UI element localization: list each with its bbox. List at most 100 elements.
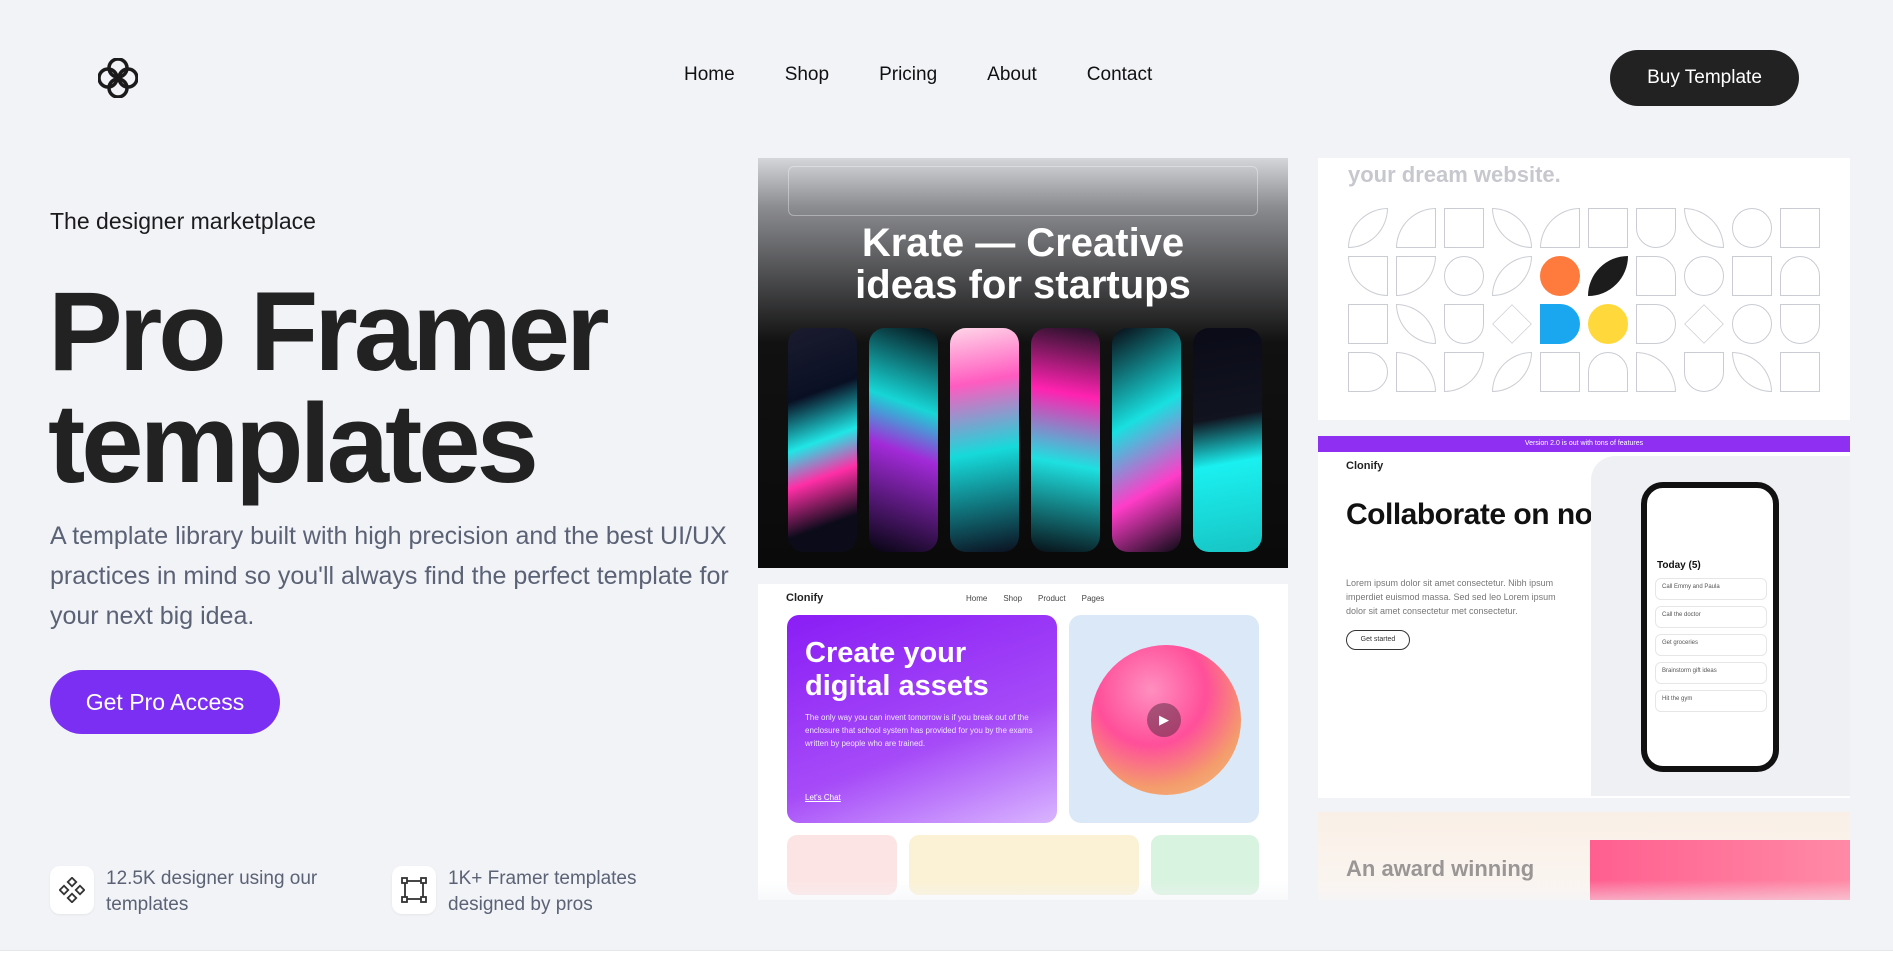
shape — [1684, 352, 1724, 392]
clonify-link: Product — [1038, 594, 1066, 603]
stat-templates-text: 1K+ Framer templates designed by pros — [448, 868, 637, 915]
shape — [1540, 352, 1580, 392]
assets-body: The only way you can invent tomorrow is … — [805, 713, 1033, 748]
buy-template-button[interactable]: Buy Template — [1610, 50, 1799, 106]
hero-eyebrow: The designer marketplace — [50, 208, 316, 234]
abstract-strip — [950, 328, 1019, 552]
shape — [1636, 352, 1676, 392]
shape — [1540, 208, 1580, 248]
shape — [1492, 256, 1532, 296]
nodes-icon — [50, 866, 94, 914]
template-card-clonify-assets[interactable]: Clonify Home Shop Product Pages Create y… — [758, 584, 1288, 900]
nav-shop[interactable]: Shop — [785, 64, 829, 86]
abstract-strips — [788, 328, 1262, 552]
play-icon: ▶ — [1147, 703, 1181, 737]
shape — [1636, 304, 1676, 344]
shape — [1444, 208, 1484, 248]
stat-designers: 12.5K designer using our templates — [50, 866, 356, 918]
shape — [1348, 352, 1388, 392]
landing-page: Home Shop Pricing About Contact Buy Temp… — [0, 0, 1893, 970]
template-card-clonify-notes[interactable]: Version 2.0 is out with tons of features… — [1318, 436, 1850, 798]
nav-home[interactable]: Home — [684, 64, 735, 86]
shapes-heading: your dream website. — [1348, 162, 1561, 187]
shape — [1684, 304, 1724, 344]
clonify-links: Home Shop Product Pages — [966, 594, 1104, 603]
shape-orange — [1540, 256, 1580, 296]
shape-grid — [1348, 208, 1820, 392]
clonify-link: Shop — [1003, 594, 1023, 603]
shape-black — [1588, 256, 1628, 296]
abstract-strip — [1031, 328, 1100, 552]
phone-mockup: Today (5) Call Emmy and Paula Call the d… — [1641, 482, 1779, 772]
task-row: Get groceries — [1655, 634, 1767, 656]
version-banner: Version 2.0 is out with tons of features — [1318, 436, 1850, 452]
shape — [1684, 256, 1724, 296]
shape — [1492, 208, 1532, 248]
nav-pricing[interactable]: Pricing — [879, 64, 937, 86]
assets-promo: Create your digital assets The only way … — [787, 615, 1057, 823]
shape — [1444, 352, 1484, 392]
shape — [1780, 208, 1820, 248]
hero-title: Pro Framer templates — [48, 276, 610, 500]
krate-title-line1: Krate — Creative — [861, 221, 1185, 265]
task-row: Brainstorm gift ideas — [1655, 662, 1767, 684]
krate-title-line2: ideas for startups — [855, 263, 1191, 307]
shape — [1588, 208, 1628, 248]
page-bottom-edge — [0, 950, 1893, 970]
shape — [1348, 304, 1388, 344]
shape — [1732, 256, 1772, 296]
shape — [1732, 208, 1772, 248]
nav-about[interactable]: About — [987, 64, 1037, 86]
award-title: An award winning — [1346, 856, 1535, 881]
showcase-fade — [740, 880, 1870, 920]
shape — [1588, 352, 1628, 392]
shape — [1636, 208, 1676, 248]
logo-icon[interactable] — [97, 57, 139, 99]
clonify-link: Home — [966, 594, 988, 603]
task-row: Call the doctor — [1655, 606, 1767, 628]
task-row: Call Emmy and Paula — [1655, 578, 1767, 600]
phone-panel: Today (5) Call Emmy and Paula Call the d… — [1591, 456, 1850, 796]
get-started-button: Get started — [1346, 630, 1410, 650]
nav-contact[interactable]: Contact — [1087, 64, 1152, 86]
shape — [1348, 208, 1388, 248]
shape — [1780, 352, 1820, 392]
shape — [1396, 304, 1436, 344]
abstract-strip — [869, 328, 938, 552]
abstract-strip — [1193, 328, 1262, 552]
stat-designers-text: 12.5K designer using our templates — [106, 868, 318, 915]
hero-title-line2: templates — [48, 381, 539, 506]
clonify-brand: Clonify — [786, 592, 824, 604]
shape — [1492, 352, 1532, 392]
shape-blue — [1540, 304, 1580, 344]
hero-title-line1: Pro Framer — [48, 269, 610, 394]
shape — [1636, 256, 1676, 296]
frame-icon — [392, 866, 436, 914]
shape — [1396, 352, 1436, 392]
notes-body: Lorem ipsum dolor sit amet consectetur. … — [1346, 578, 1556, 616]
mini-nav — [788, 166, 1258, 216]
shape — [1492, 304, 1532, 344]
shape — [1444, 304, 1484, 344]
clonify-link: Pages — [1081, 594, 1105, 603]
shape — [1348, 256, 1388, 296]
shape — [1732, 304, 1772, 344]
abstract-strip — [788, 328, 857, 552]
assets-title: Create your digital assets — [805, 637, 989, 702]
main-nav: Home Shop Pricing About Contact — [684, 64, 1152, 86]
shape — [1444, 256, 1484, 296]
shape-yellow — [1588, 304, 1628, 344]
clonify-brand: Clonify — [1346, 460, 1384, 472]
get-pro-access-button[interactable]: Get Pro Access — [50, 670, 280, 734]
shape — [1396, 208, 1436, 248]
template-card-shapes[interactable]: your dream website. — [1318, 158, 1850, 420]
shape — [1684, 208, 1724, 248]
today-heading: Today (5) — [1657, 560, 1701, 571]
template-card-krate[interactable]: Krate — Creative ideas for startups — [758, 158, 1288, 568]
shape — [1396, 256, 1436, 296]
shape — [1732, 352, 1772, 392]
lets-chat-link: Let's Chat — [805, 793, 841, 802]
krate-title: Krate — Creative ideas for startups — [758, 222, 1288, 306]
shape — [1780, 304, 1820, 344]
hero-description: A template library built with high preci… — [50, 522, 729, 630]
